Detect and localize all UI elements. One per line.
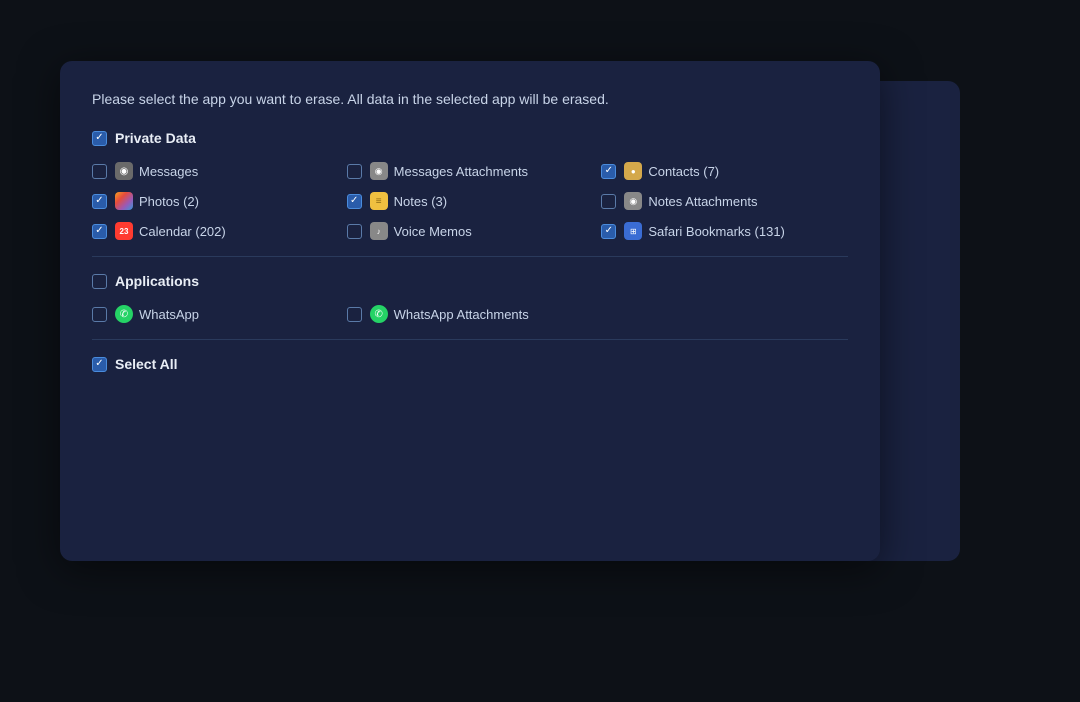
private-data-title: Private Data	[115, 130, 196, 146]
checkbox-safari[interactable]	[601, 224, 616, 239]
checkbox-notes[interactable]	[347, 194, 362, 209]
item-calendar[interactable]: 23 Calendar (202)	[92, 222, 339, 240]
item-messages[interactable]: ◉ Messages	[92, 162, 339, 180]
calendar-icon: 23	[115, 222, 133, 240]
contacts-icon: ●	[624, 162, 642, 180]
applications-section: Applications ✆ WhatsApp ✆ WhatsApp Attac…	[92, 273, 848, 323]
applications-title: Applications	[115, 273, 199, 289]
checkbox-whatsapp[interactable]	[92, 307, 107, 322]
applications-grid: ✆ WhatsApp ✆ WhatsApp Attachments	[92, 305, 848, 323]
private-data-grid: ◉ Messages ◉ Messages Attachments ● Cont…	[92, 162, 848, 240]
item-contacts[interactable]: ● Contacts (7)	[601, 162, 848, 180]
notes-attach-icon: ◉	[624, 192, 642, 210]
item-messages-attach[interactable]: ◉ Messages Attachments	[347, 162, 594, 180]
checkbox-photos[interactable]	[92, 194, 107, 209]
front-card: Please select the app you want to erase.…	[60, 61, 880, 561]
whatsapp-attach-icon: ✆	[370, 305, 388, 323]
item-notes[interactable]: ≡ Notes (3)	[347, 192, 594, 210]
messages-icon: ◉	[115, 162, 133, 180]
checkbox-voice[interactable]	[347, 224, 362, 239]
applications-header: Applications	[92, 273, 848, 289]
private-data-header: Private Data	[92, 130, 848, 146]
checkbox-calendar[interactable]	[92, 224, 107, 239]
item-photos[interactable]: Photos (2)	[92, 192, 339, 210]
divider-1	[92, 256, 848, 257]
checkbox-messages-attach[interactable]	[347, 164, 362, 179]
safari-icon: ⊞	[624, 222, 642, 240]
checkbox-notes-attach[interactable]	[601, 194, 616, 209]
item-whatsapp-attach[interactable]: ✆ WhatsApp Attachments	[347, 305, 594, 323]
voice-icon: ♪	[370, 222, 388, 240]
notes-icon: ≡	[370, 192, 388, 210]
whatsapp-icon: ✆	[115, 305, 133, 323]
applications-checkbox[interactable]	[92, 274, 107, 289]
photos-icon	[115, 192, 133, 210]
item-notes-attach[interactable]: ◉ Notes Attachments	[601, 192, 848, 210]
select-all-label: Select All	[115, 356, 178, 372]
checkbox-messages[interactable]	[92, 164, 107, 179]
checkbox-whatsapp-attach[interactable]	[347, 307, 362, 322]
item-voice[interactable]: ♪ Voice Memos	[347, 222, 594, 240]
item-safari[interactable]: ⊞ Safari Bookmarks (131)	[601, 222, 848, 240]
item-whatsapp[interactable]: ✆ WhatsApp	[92, 305, 339, 323]
messages-attach-icon: ◉	[370, 162, 388, 180]
divider-2	[92, 339, 848, 340]
checkbox-contacts[interactable]	[601, 164, 616, 179]
select-all-checkbox[interactable]	[92, 357, 107, 372]
select-all-row[interactable]: Select All	[92, 356, 848, 372]
main-description: Please select the app you want to erase.…	[92, 89, 848, 110]
private-data-checkbox[interactable]	[92, 131, 107, 146]
